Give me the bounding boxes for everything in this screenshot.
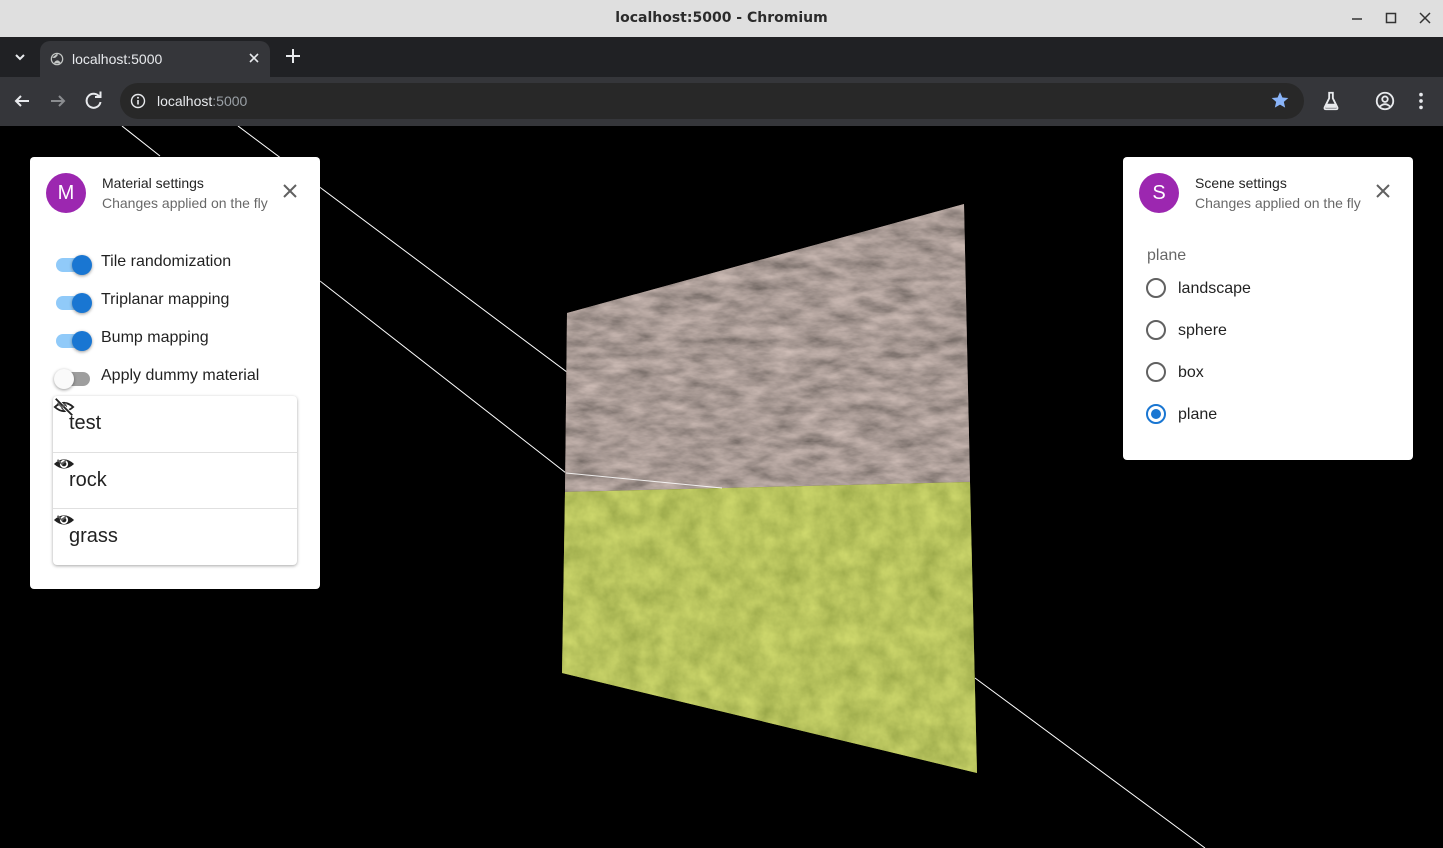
toggle-switch[interactable] xyxy=(54,367,92,389)
close-icon[interactable] xyxy=(1415,8,1435,28)
radio-label: box xyxy=(1178,364,1204,381)
material-panel-header: M Material settings Changes applied on t… xyxy=(46,173,304,213)
materials-accordion: test rock grass xyxy=(53,396,297,565)
globe-icon xyxy=(50,52,64,66)
material-item-test[interactable]: test xyxy=(53,396,297,452)
chevron-down-icon[interactable] xyxy=(8,45,32,69)
scene-radio-group-label: plane xyxy=(1147,247,1187,264)
switch-label: Bump mapping xyxy=(101,329,209,346)
axis-line-z-far xyxy=(974,677,1206,848)
radio-unchecked-icon[interactable] xyxy=(1145,361,1167,383)
browser-toolbar: localhost:5000 xyxy=(0,77,1443,126)
scene-panel-header: S Scene settings Changes applied on the … xyxy=(1139,173,1397,213)
radio-unchecked-icon[interactable] xyxy=(1145,277,1167,299)
switch-label: Apply dummy material xyxy=(101,367,260,384)
webgl-canvas[interactable]: M Material settings Changes applied on t… xyxy=(0,126,1443,848)
bookmark-star-icon[interactable] xyxy=(1270,90,1290,116)
radio-label: sphere xyxy=(1178,322,1227,339)
more-vert-icon[interactable] xyxy=(1410,90,1432,112)
toggle-switch[interactable] xyxy=(54,291,92,313)
switch-label: Triplanar mapping xyxy=(101,291,230,308)
material-item-rock[interactable]: rock xyxy=(53,452,297,508)
rock-surface xyxy=(565,204,970,492)
toggle-switch[interactable] xyxy=(54,329,92,351)
toggle-switch[interactable] xyxy=(54,253,92,275)
window-titlebar: localhost:5000 - Chromium xyxy=(0,0,1443,37)
tab-localhost[interactable]: localhost:5000 xyxy=(40,41,270,77)
panel-subtitle: Changes applied on the fly xyxy=(102,195,268,211)
axis-line-x xyxy=(121,126,161,157)
material-label: grass xyxy=(69,525,118,547)
material-item-grass[interactable]: grass xyxy=(53,508,297,564)
info-icon[interactable] xyxy=(130,93,146,109)
tab-strip: localhost:5000 xyxy=(0,37,1443,77)
close-icon[interactable] xyxy=(1371,179,1395,203)
forward-icon[interactable] xyxy=(46,89,70,113)
avatar: S xyxy=(1139,173,1179,213)
grass-surface xyxy=(562,482,977,773)
scene-settings-panel: S Scene settings Changes applied on the … xyxy=(1123,157,1413,460)
url-text[interactable]: localhost:5000 xyxy=(157,93,247,109)
back-icon[interactable] xyxy=(10,89,34,113)
minimize-icon[interactable] xyxy=(1347,8,1367,28)
reload-icon[interactable] xyxy=(82,89,106,113)
url-host: localhost xyxy=(157,93,213,109)
material-settings-panel: M Material settings Changes applied on t… xyxy=(30,157,320,589)
panel-title: Material settings xyxy=(102,175,204,191)
avatar: M xyxy=(46,173,86,213)
expand-more-icon[interactable] xyxy=(53,509,71,527)
radio-unchecked-icon[interactable] xyxy=(1145,319,1167,341)
close-icon[interactable] xyxy=(278,179,302,203)
axis-line-y xyxy=(319,280,567,474)
new-tab-icon[interactable] xyxy=(282,45,304,67)
expand-more-icon[interactable] xyxy=(53,453,71,471)
radio-checked-icon[interactable] xyxy=(1145,403,1167,425)
panel-subtitle: Changes applied on the fly xyxy=(1195,195,1361,211)
profile-icon[interactable] xyxy=(1374,90,1396,112)
tab-title: localhost:5000 xyxy=(72,51,163,67)
address-bar[interactable]: localhost:5000 xyxy=(120,83,1304,119)
close-tab-icon[interactable] xyxy=(246,50,262,69)
radio-label: plane xyxy=(1178,406,1218,423)
switch-label: Tile randomization xyxy=(101,253,232,270)
radio-label: landscape xyxy=(1178,280,1251,297)
panel-title: Scene settings xyxy=(1195,175,1287,191)
expand-more-icon[interactable] xyxy=(53,396,71,414)
url-port: :5000 xyxy=(212,93,248,109)
maximize-icon[interactable] xyxy=(1381,8,1401,28)
labs-flask-icon[interactable] xyxy=(1320,90,1342,112)
window-title: localhost:5000 - Chromium xyxy=(615,10,828,26)
